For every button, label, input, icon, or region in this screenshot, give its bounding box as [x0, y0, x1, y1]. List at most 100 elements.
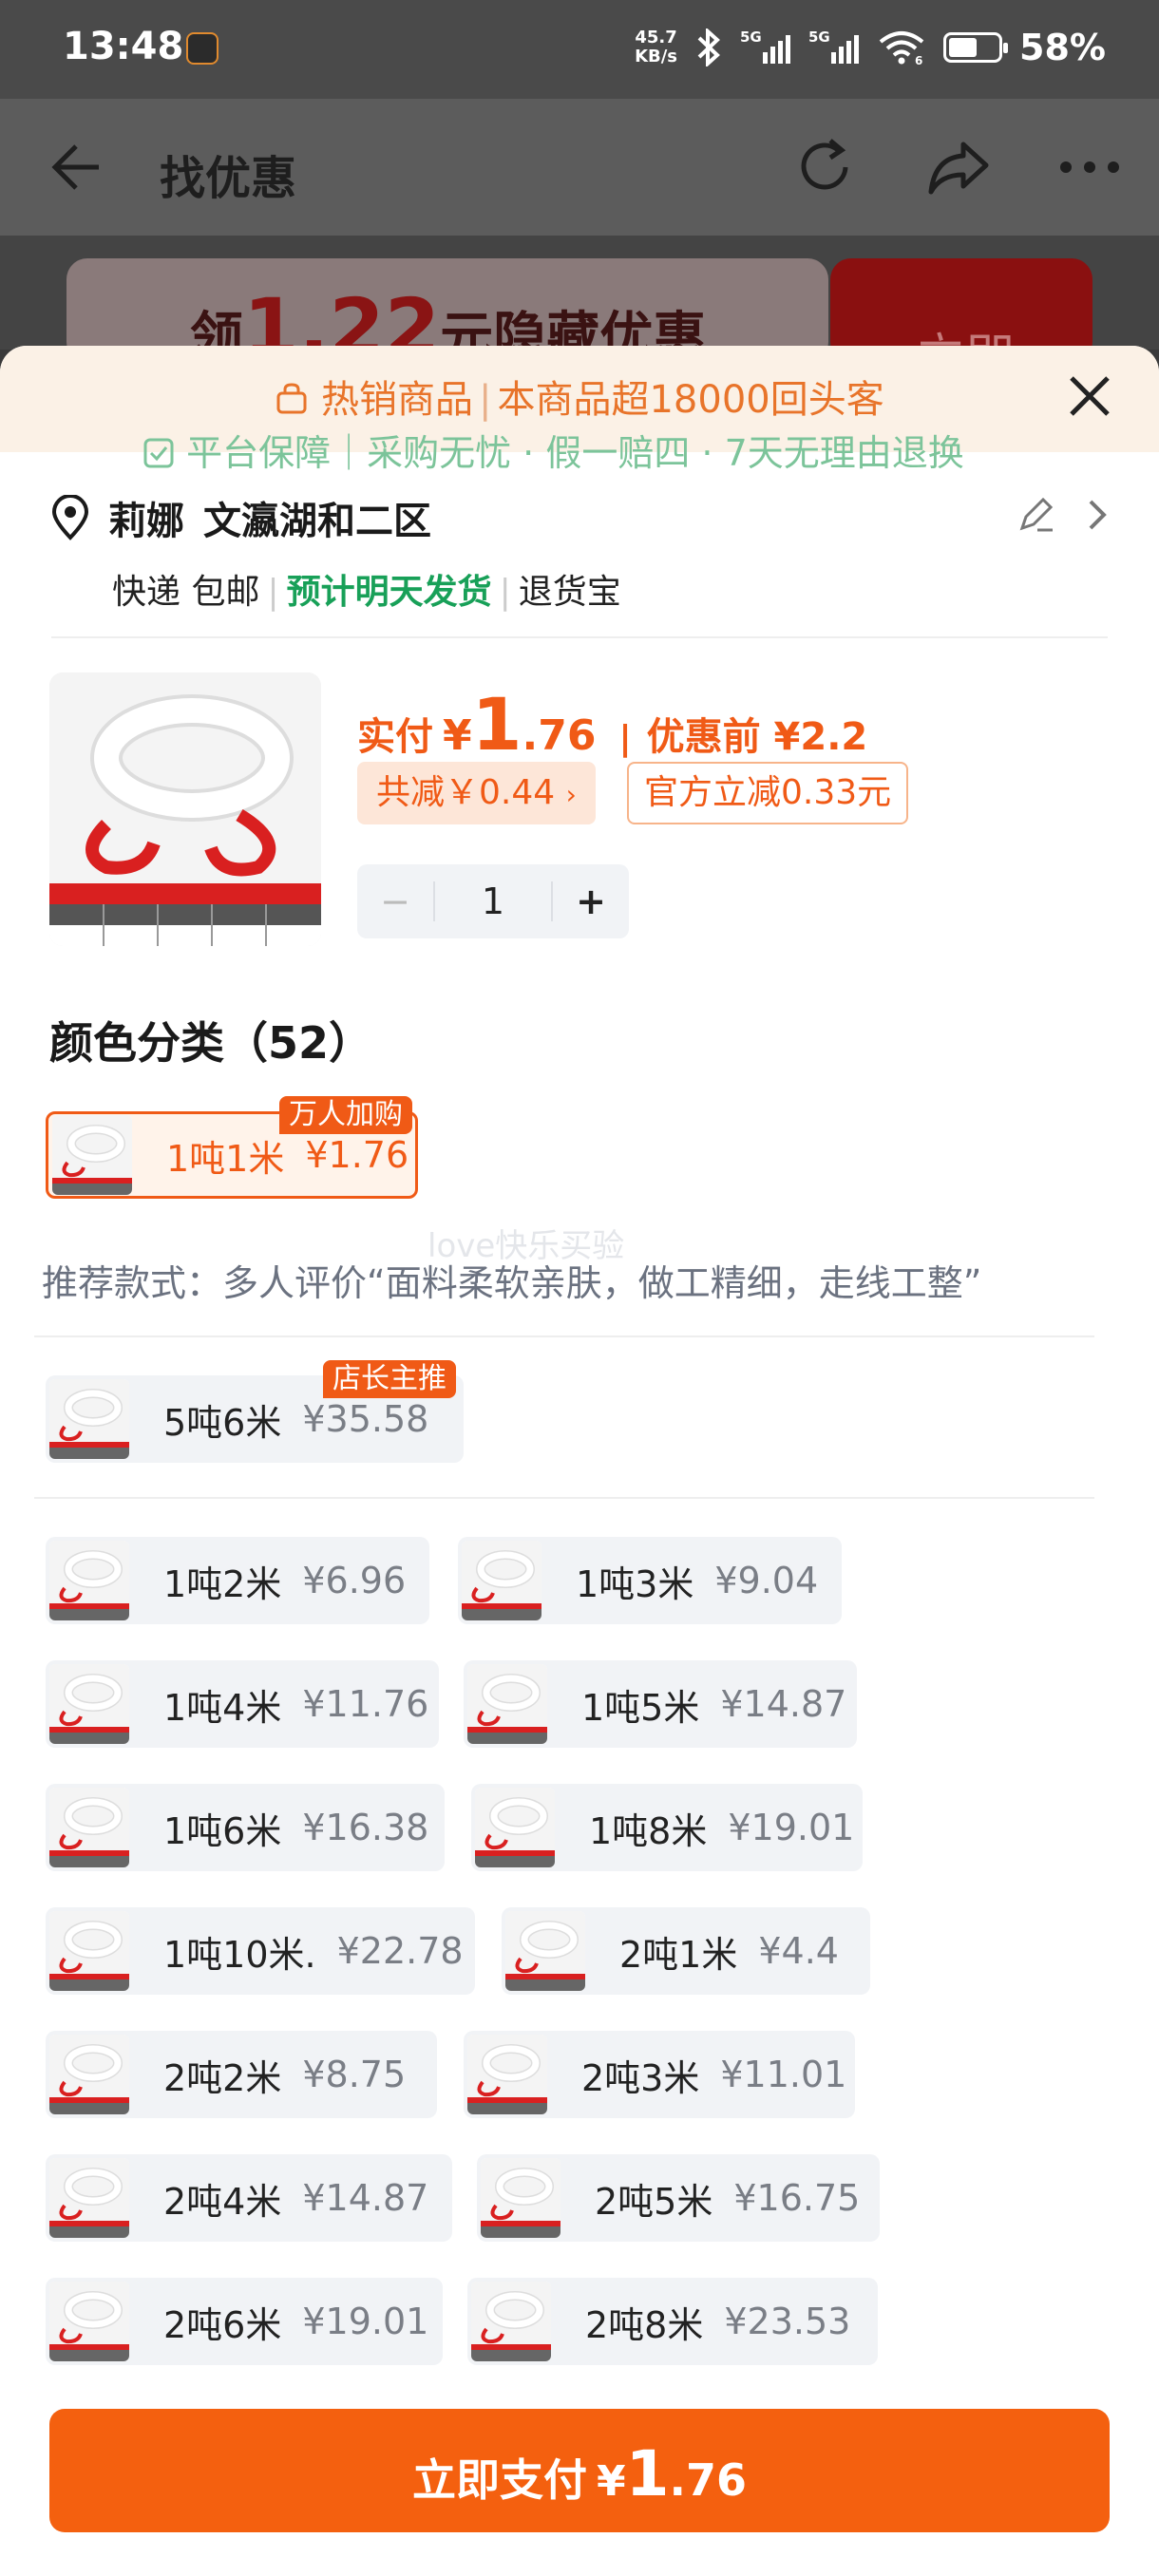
sheet-banner: 热销商品 | 本商品超18000回头客 平台保障｜采购无忧 · 假一赔四 · 7天无… [0, 346, 1159, 474]
coupon-banner: 领1.22元隐藏优惠 立即 [0, 236, 1159, 374]
variant-option[interactable]: 2吨3米 ¥11.01 [464, 2031, 855, 2118]
variant-option[interactable]: 1吨2米 ¥6.96 [46, 1537, 429, 1624]
variant-option[interactable]: 2吨6米 ¥19.01 [46, 2278, 443, 2365]
increase-button[interactable]: + [553, 881, 629, 922]
variant-name: 2吨1米 [619, 1933, 738, 1976]
pay-price: 实付 ¥ 1 .76 | 优惠前 ¥2.2 [357, 682, 868, 767]
variant-name: 2吨8米 [585, 2303, 704, 2346]
variant-price: ¥19.01 [728, 1807, 855, 1848]
variant-thumbnail [467, 2035, 547, 2114]
purchase-sheet: 热销商品 | 本商品超18000回头客 平台保障｜采购无忧 · 假一赔四 · 7天无… [0, 346, 1159, 2576]
status-time: 13:48 [63, 25, 184, 68]
variant-thumbnail [49, 2035, 129, 2114]
variant-thumbnail [471, 2282, 551, 2361]
bluetooth-icon [697, 28, 720, 66]
variant-thumbnail [52, 1115, 132, 1195]
variant-name: 1吨2米 [163, 1563, 282, 1605]
close-icon[interactable] [1068, 374, 1112, 418]
variant-price: ¥16.75 [733, 2177, 861, 2219]
variant-thumbnail [49, 2158, 129, 2238]
variant-price: ¥11.01 [720, 2054, 847, 2095]
variant-name: 2吨4米 [163, 2180, 282, 2223]
address-location: 文瀛湖和二区 [203, 500, 431, 543]
chevron-right-icon: › [565, 779, 577, 810]
variant-option[interactable]: 1吨6米 ¥16.38 [46, 1784, 445, 1871]
recipient-name: 莉娜 [108, 500, 184, 543]
product-image[interactable] [49, 672, 321, 946]
refresh-icon[interactable] [792, 137, 859, 198]
variant-option[interactable]: 1吨8米 ¥19.01 [471, 1784, 863, 1871]
variant-price: ¥9.04 [714, 1560, 819, 1601]
variant-name: 2吨6米 [163, 2303, 282, 2346]
divider [51, 636, 1108, 638]
sling-strap-image [49, 672, 321, 946]
guarantee-line: 平台保障｜采购无忧 · 假一赔四 · 7天无理由退换 [142, 424, 964, 476]
variant-name: 1吨5米 [581, 1686, 700, 1729]
variant-option[interactable]: 1吨4米 ¥11.76 [46, 1660, 439, 1748]
variant-option[interactable]: 2吨5米 ¥16.75 [477, 2154, 880, 2242]
variant-price: ¥16.38 [302, 1807, 429, 1848]
variant-thumbnail [475, 1788, 555, 1867]
more-icon[interactable] [1058, 158, 1121, 177]
variant-section-title: 颜色分类（52） [49, 1017, 373, 1069]
original-price: 优惠前 ¥2.2 [646, 715, 868, 759]
quantity-value[interactable]: 1 [433, 881, 553, 921]
variant-option[interactable]: 2吨4米 ¥14.87 [46, 2154, 452, 2242]
variant-price: ¥6.96 [302, 1560, 407, 1601]
variant-thumbnail [467, 1664, 547, 1744]
variant-price: ¥19.01 [302, 2301, 429, 2342]
variant-name: 2吨2米 [163, 2056, 282, 2099]
check-shield-icon [143, 438, 174, 468]
variant-name: 1吨3米 [576, 1563, 694, 1605]
total-discount-tag[interactable]: 共减￥0.44 › [357, 762, 596, 824]
variant-option[interactable]: 1吨5米 ¥14.87 [464, 1660, 857, 1748]
quantity-stepper: − 1 + [357, 864, 629, 938]
variant-thumbnail [481, 2158, 560, 2238]
delivery-address[interactable]: 莉娜 文瀛湖和二区 [51, 490, 431, 545]
status-bar: 13:48 45.7 KB/s 5G 5G 6 58% [0, 0, 1159, 99]
variant-option[interactable]: 1吨10米. ¥22.78 [46, 1907, 475, 1995]
edit-icon[interactable] [1016, 494, 1056, 534]
variant-price: ¥14.87 [302, 2177, 429, 2219]
variant-option[interactable]: 2吨1米 ¥4.4 [502, 1907, 870, 1995]
variant-name: 2吨3米 [581, 2056, 700, 2099]
header-bar: 找优惠 [0, 99, 1159, 236]
official-discount-tag: 官方立减0.33元 [627, 762, 909, 824]
owner-pick-badge: 店长主推 [323, 1360, 456, 1398]
dispatch-estimate: 预计明天发货 [286, 573, 492, 612]
variant-price: ¥14.87 [720, 1683, 847, 1725]
variant-price: ¥11.76 [302, 1683, 429, 1725]
svg-text:5G: 5G [740, 29, 762, 46]
variant-name: 1吨6米 [163, 1809, 282, 1852]
pay-now-button[interactable]: 立即支付 ¥ 1 .76 [49, 2409, 1110, 2532]
recommend-text: 推荐款式：多人评价“面料柔软亲肤，做工精细，走线工整” [42, 1262, 982, 1304]
wifi-icon: 6 [879, 31, 924, 66]
variant-price: ¥4.4 [758, 1930, 839, 1972]
variant-thumbnail [505, 1911, 585, 1991]
variant-name: 1吨10米. [163, 1933, 316, 1976]
hot-sale-line: 热销商品 | 本商品超18000回头客 [0, 369, 1159, 424]
variant-thumbnail [49, 1379, 129, 1459]
variant-price: ¥22.78 [336, 1930, 464, 1972]
decrease-button[interactable]: − [357, 881, 433, 922]
divider [34, 1335, 1094, 1337]
status-right: 45.7 KB/s 5G 5G 6 58% [635, 27, 1106, 68]
popular-badge: 万人加购 [279, 1096, 412, 1134]
svg-text:5G: 5G [808, 29, 830, 46]
variant-thumbnail [49, 1788, 129, 1867]
variant-name: 2吨5米 [595, 2180, 713, 2223]
page-title: 找优惠 [160, 152, 297, 205]
return-service: 退货宝 [518, 573, 621, 612]
chevron-right-icon[interactable] [1087, 498, 1110, 532]
variant-option[interactable]: 1吨3米 ¥9.04 [458, 1537, 842, 1624]
divider [34, 1497, 1094, 1499]
variant-option[interactable]: 2吨8米 ¥23.53 [467, 2278, 878, 2365]
back-arrow-icon[interactable] [49, 142, 103, 192]
battery-percent: 58% [1019, 27, 1106, 68]
signal-icon-2: 5G [808, 29, 860, 64]
variant-thumbnail [49, 2282, 129, 2361]
share-icon[interactable] [925, 137, 992, 198]
header-actions [792, 137, 1121, 198]
variant-name: 1吨4米 [163, 1686, 282, 1729]
variant-option[interactable]: 2吨2米 ¥8.75 [46, 2031, 437, 2118]
